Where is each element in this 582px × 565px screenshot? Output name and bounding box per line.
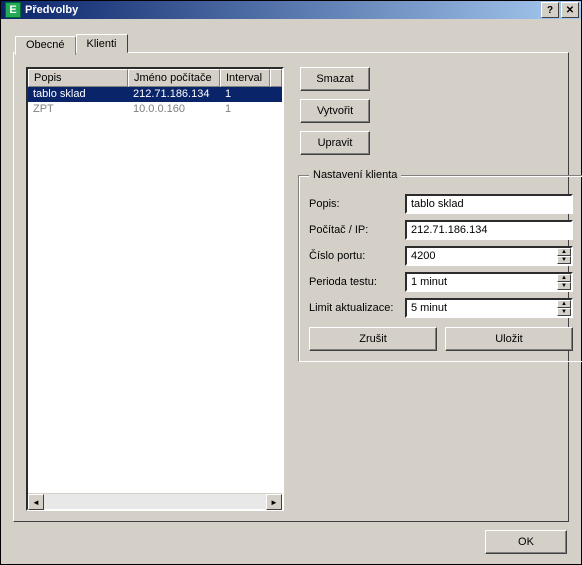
spin-down-icon[interactable]: ▼ bbox=[557, 256, 571, 264]
popis-input[interactable] bbox=[405, 194, 573, 214]
label-limit: Limit aktualizace: bbox=[309, 302, 405, 314]
limit-spinner[interactable]: ▲ ▼ bbox=[557, 298, 573, 318]
table-row[interactable]: tablo sklad 212.71.186.134 1 bbox=[28, 87, 282, 102]
window-title: Předvolby bbox=[25, 4, 541, 16]
scroll-right-icon[interactable]: ► bbox=[266, 494, 282, 510]
cell-interval: 1 bbox=[220, 102, 270, 117]
save-button[interactable]: Uložit bbox=[445, 327, 573, 351]
col-filler bbox=[270, 69, 282, 87]
spin-up-icon[interactable]: ▲ bbox=[557, 300, 571, 308]
scroll-track[interactable] bbox=[44, 494, 266, 509]
app-icon: E bbox=[5, 2, 21, 18]
label-host: Počítač / IP: bbox=[309, 224, 405, 236]
col-interval[interactable]: Interval bbox=[220, 69, 270, 87]
table-row[interactable]: ZPT 10.0.0.160 1 bbox=[28, 102, 282, 117]
create-button[interactable]: Vytvořit bbox=[300, 99, 370, 123]
label-port: Číslo portu: bbox=[309, 250, 405, 262]
edit-button[interactable]: Upravit bbox=[300, 131, 370, 155]
spin-up-icon[interactable]: ▲ bbox=[557, 274, 571, 282]
period-spinner[interactable]: ▲ ▼ bbox=[557, 272, 573, 292]
tab-strip: Obecné Klienti bbox=[15, 33, 569, 52]
limit-input[interactable] bbox=[405, 298, 557, 318]
cell-host: 10.0.0.160 bbox=[128, 102, 220, 117]
tab-general[interactable]: Obecné bbox=[15, 36, 76, 55]
host-input[interactable] bbox=[405, 220, 573, 240]
col-host[interactable]: Jméno počítače bbox=[128, 69, 220, 87]
help-button[interactable]: ? bbox=[541, 2, 559, 18]
ok-button[interactable]: OK bbox=[485, 530, 567, 554]
list-header: Popis Jméno počítače Interval bbox=[28, 69, 282, 87]
titlebar[interactable]: E Předvolby ? ✕ bbox=[1, 1, 581, 19]
delete-button[interactable]: Smazat bbox=[300, 67, 370, 91]
preferences-window: E Předvolby ? ✕ Obecné Klienti Popis Jmé… bbox=[0, 0, 582, 565]
period-input[interactable] bbox=[405, 272, 557, 292]
clients-listbox[interactable]: Popis Jméno počítače Interval tablo skla… bbox=[26, 67, 284, 511]
port-input[interactable] bbox=[405, 246, 557, 266]
tab-clients[interactable]: Klienti bbox=[76, 34, 128, 53]
cancel-button[interactable]: Zrušit bbox=[309, 327, 437, 351]
cell-host: 212.71.186.134 bbox=[128, 87, 220, 102]
spin-down-icon[interactable]: ▼ bbox=[557, 308, 571, 316]
col-popis[interactable]: Popis bbox=[28, 69, 128, 87]
client-settings-group: Nastavení klienta Popis: Počítač / IP: Č… bbox=[298, 169, 582, 362]
cell-popis: tablo sklad bbox=[28, 87, 128, 102]
spin-up-icon[interactable]: ▲ bbox=[557, 248, 571, 256]
spin-down-icon[interactable]: ▼ bbox=[557, 282, 571, 290]
cell-popis: ZPT bbox=[28, 102, 128, 117]
cell-interval: 1 bbox=[220, 87, 270, 102]
label-period: Perioda testu: bbox=[309, 276, 405, 288]
label-popis: Popis: bbox=[309, 198, 405, 210]
horizontal-scrollbar[interactable]: ◄ ► bbox=[28, 493, 282, 509]
list-body: tablo sklad 212.71.186.134 1 ZPT 10.0.0.… bbox=[28, 87, 282, 493]
close-button[interactable]: ✕ bbox=[561, 2, 579, 18]
scroll-left-icon[interactable]: ◄ bbox=[28, 494, 44, 510]
group-legend: Nastavení klienta bbox=[309, 169, 401, 181]
tab-panel-clients: Popis Jméno počítače Interval tablo skla… bbox=[13, 52, 569, 522]
port-spinner[interactable]: ▲ ▼ bbox=[557, 246, 573, 266]
